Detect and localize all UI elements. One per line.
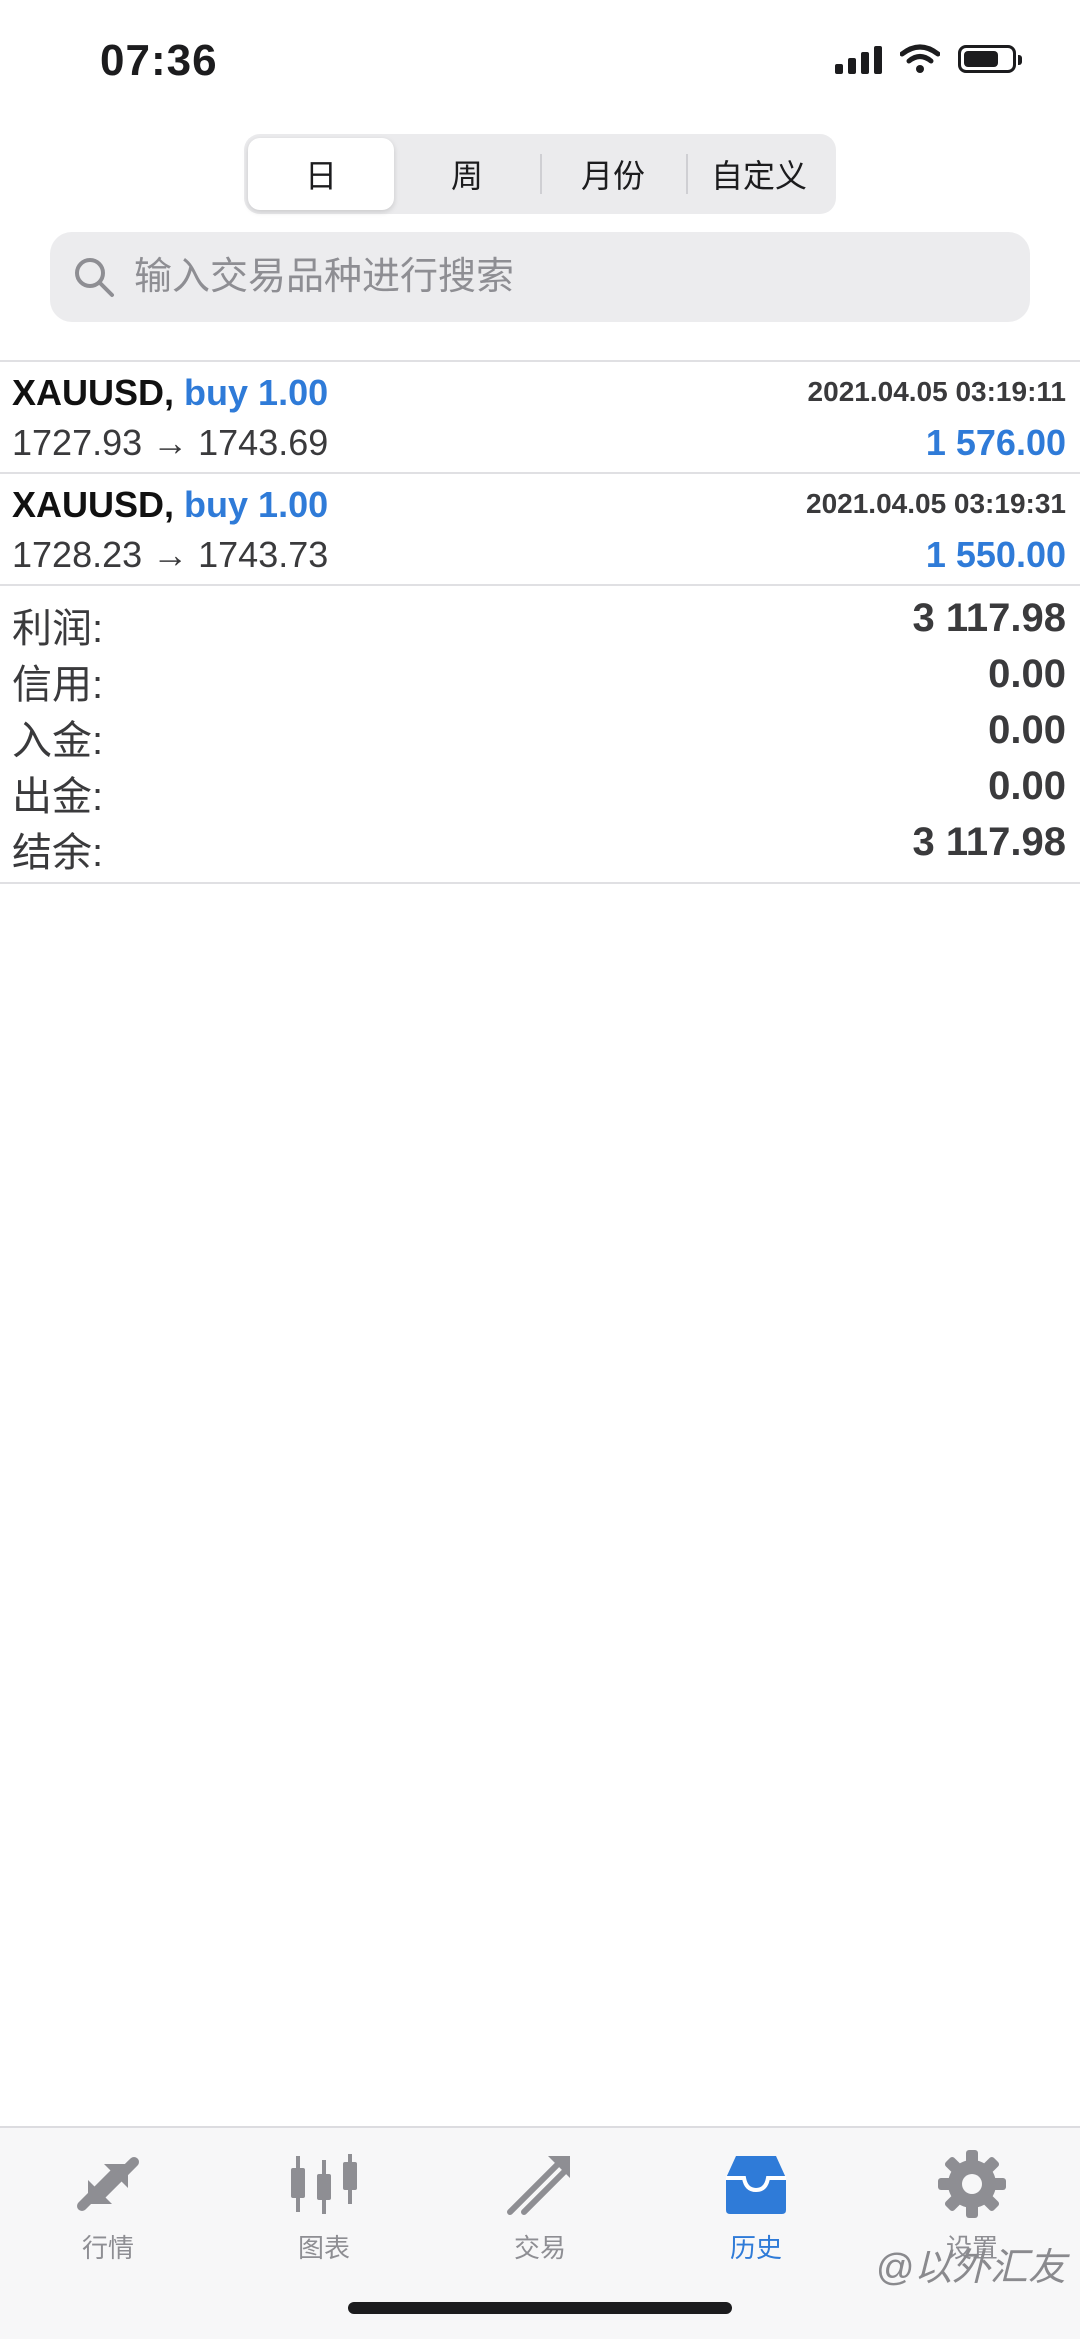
trade-type: buy 1.00 — [184, 372, 329, 413]
summary-row-balance: 结余: 3 117.98 — [0, 812, 1080, 875]
summary-value: 0.00 — [988, 652, 1066, 696]
account-summary: 利润: 3 117.98 信用: 0.00 入金: 0.00 出金: 0.00 … — [0, 588, 1080, 884]
summary-label: 结余: — [12, 831, 104, 875]
tab-label: 交易 — [513, 2233, 566, 2263]
watermark: @以外汇友 — [875, 2247, 1066, 2289]
candlestick-chart-icon — [291, 2154, 357, 2214]
tab-label: 历史 — [729, 2233, 782, 2263]
status-icons — [835, 44, 1022, 74]
segment-custom[interactable]: 自定义 — [686, 138, 832, 210]
cellular-signal-icon — [835, 44, 882, 74]
trade-prices: 1727.93 → 1743.69 — [12, 422, 329, 463]
tab-chart[interactable]: 图表 — [234, 2144, 414, 2265]
trade-row[interactable]: XAUUSD, buy 1.00 2021.04.05 03:19:11 172… — [0, 362, 1080, 474]
search-icon — [75, 258, 114, 297]
summary-row-withdrawal: 出金: 0.00 — [0, 756, 1080, 819]
tab-history[interactable]: 历史 — [666, 2144, 846, 2265]
summary-value: 3 117.98 — [912, 820, 1067, 864]
battery-icon — [958, 45, 1022, 73]
search-bar[interactable] — [50, 232, 1030, 322]
summary-row-credit: 信用: 0.00 — [0, 644, 1080, 707]
summary-value: 3 117.98 — [912, 596, 1067, 640]
segment-day[interactable]: 日 — [248, 138, 394, 210]
wifi-icon — [900, 44, 940, 73]
period-segmented-control: 日 周 月份 自定义 — [244, 134, 836, 214]
tab-label: 行情 — [81, 2233, 134, 2263]
tab-label: 图表 — [297, 2233, 350, 2263]
history-inbox-icon — [726, 2156, 786, 2214]
home-indicator — [348, 2302, 732, 2314]
trade-list: XAUUSD, buy 1.00 2021.04.05 03:19:11 172… — [0, 360, 1080, 586]
summary-value: 0.00 — [988, 764, 1066, 808]
trade-symbol: XAUUSD, — [12, 484, 175, 525]
trade-trend-icon — [507, 2156, 570, 2215]
trade-time: 2021.04.05 03:19:31 — [806, 488, 1066, 519]
search-input[interactable] — [132, 254, 996, 300]
tab-trade[interactable]: 交易 — [450, 2144, 630, 2265]
trade-time: 2021.04.05 03:19:11 — [807, 376, 1066, 407]
summary-row-deposit: 入金: 0.00 — [0, 700, 1080, 763]
gear-icon — [938, 2150, 1006, 2218]
summary-value: 0.00 — [988, 708, 1066, 752]
tab-quotes[interactable]: 行情 — [18, 2144, 198, 2265]
trade-row[interactable]: XAUUSD, buy 1.00 2021.04.05 03:19:31 172… — [0, 474, 1080, 586]
segment-week[interactable]: 周 — [394, 138, 540, 210]
trade-symbol: XAUUSD, — [12, 372, 175, 413]
trade-prices: 1728.23 → 1743.73 — [12, 534, 329, 575]
trade-profit: 1 576.00 — [925, 422, 1066, 463]
segment-month[interactable]: 月份 — [540, 138, 686, 210]
status-bar: 07:36 — [0, 0, 1080, 120]
summary-row-profit: 利润: 3 117.98 — [0, 588, 1080, 651]
quotes-arrows-icon — [77, 2157, 139, 2211]
trade-profit: 1 550.00 — [925, 534, 1066, 575]
trade-type: buy 1.00 — [184, 484, 329, 525]
status-time: 07:36 — [100, 36, 218, 85]
